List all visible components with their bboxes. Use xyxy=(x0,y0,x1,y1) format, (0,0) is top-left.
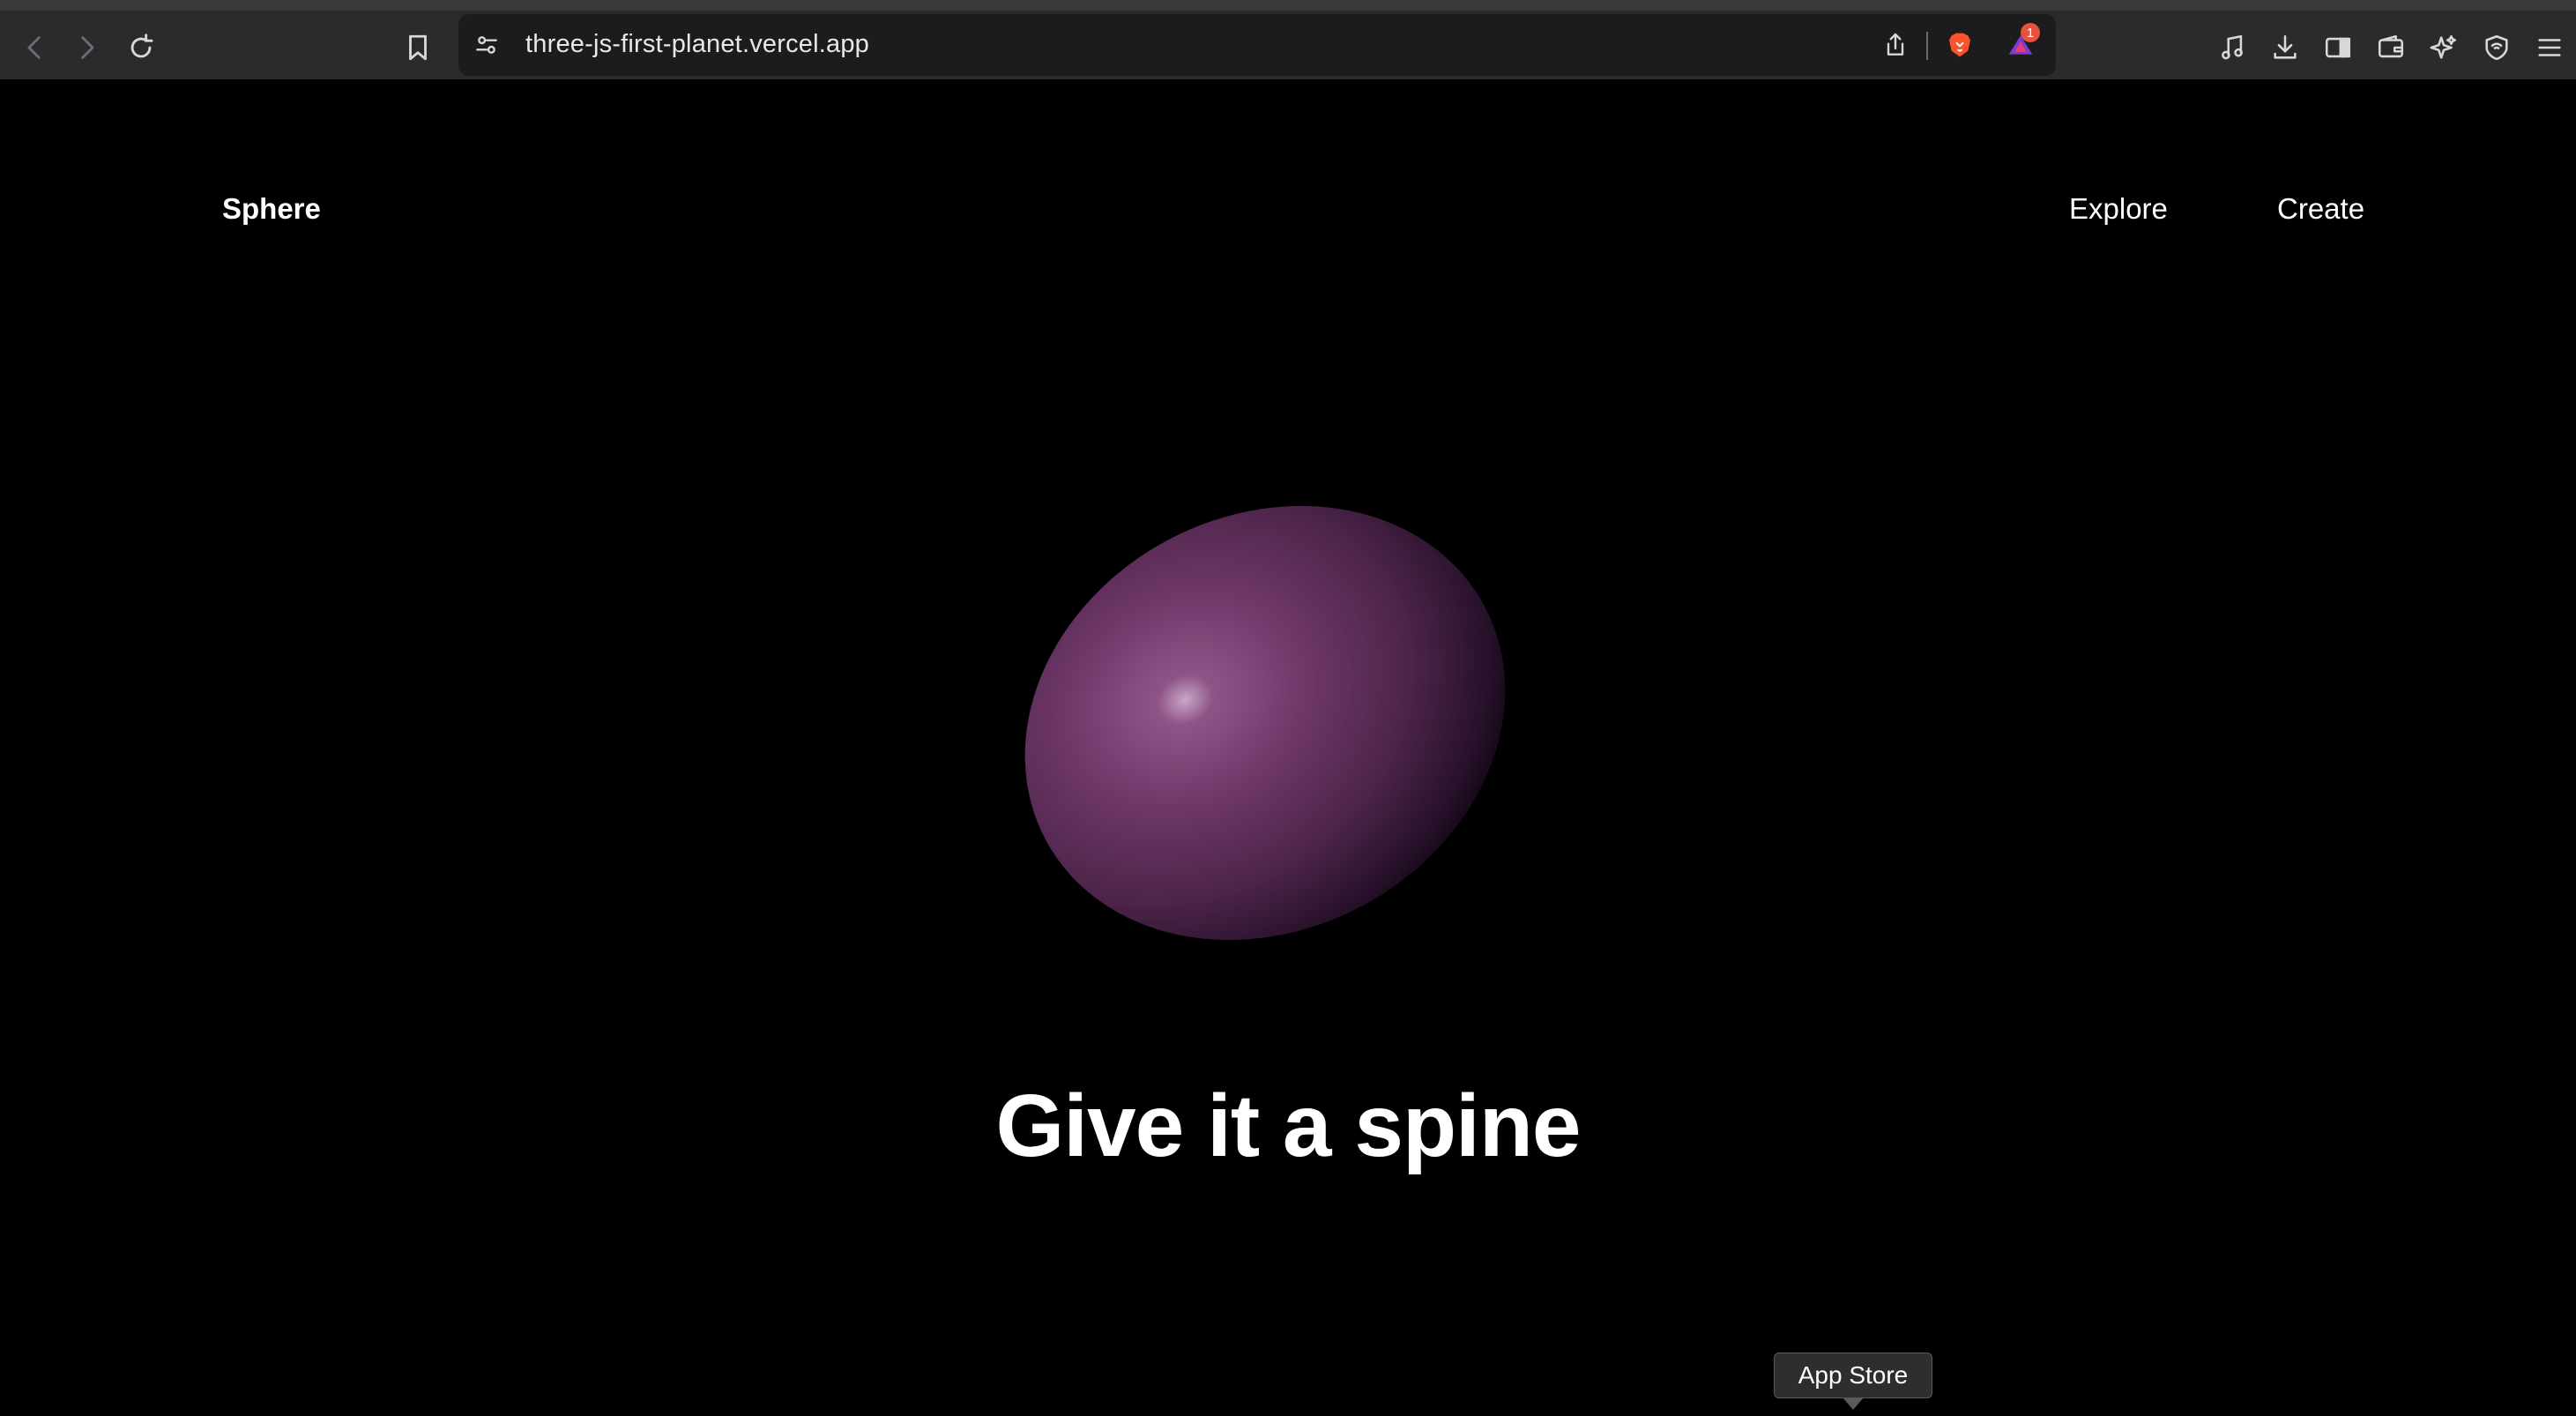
site-settings-icon[interactable] xyxy=(469,27,504,63)
3d-sphere-canvas[interactable] xyxy=(1005,458,1534,987)
vpn-shield-icon[interactable] xyxy=(2479,30,2514,65)
reload-icon[interactable] xyxy=(123,30,159,65)
brave-lion-icon[interactable] xyxy=(1942,27,1977,63)
back-arrow-icon[interactable] xyxy=(18,30,53,65)
leo-ai-icon[interactable] xyxy=(2426,30,2461,65)
brand-logo[interactable]: Sphere xyxy=(222,192,321,226)
notification-badge: 1 xyxy=(2021,23,2040,42)
hero-headline: Give it a spine xyxy=(995,1077,1581,1175)
nav-explore-link[interactable]: Explore xyxy=(2069,192,2168,226)
browser-toolbar: three-js-first-planet.vercel.app 1 xyxy=(0,11,2576,79)
sidebar-icon[interactable] xyxy=(2320,30,2356,65)
download-icon[interactable] xyxy=(2267,30,2303,65)
music-note-icon[interactable] xyxy=(2215,30,2250,65)
forward-arrow-icon[interactable] xyxy=(69,30,104,65)
nav-create-link[interactable]: Create xyxy=(2277,192,2364,226)
window-top-strip xyxy=(0,0,2576,11)
page-viewport: Sphere Explore Create Give it a spine xyxy=(0,79,2576,1416)
url-text[interactable]: three-js-first-planet.vercel.app xyxy=(525,30,869,59)
app-store-tooltip: App Store xyxy=(1774,1353,1932,1398)
tooltip-arrow xyxy=(1843,1397,1864,1410)
url-separator xyxy=(1926,32,1928,60)
sphere-graphic xyxy=(1024,505,1506,941)
wallet-icon[interactable] xyxy=(2373,30,2408,65)
hamburger-menu-icon[interactable] xyxy=(2532,30,2567,65)
bookmark-icon[interactable] xyxy=(400,30,436,65)
address-bar[interactable]: three-js-first-planet.vercel.app 1 xyxy=(458,14,2056,76)
share-icon[interactable] xyxy=(1878,27,1913,63)
